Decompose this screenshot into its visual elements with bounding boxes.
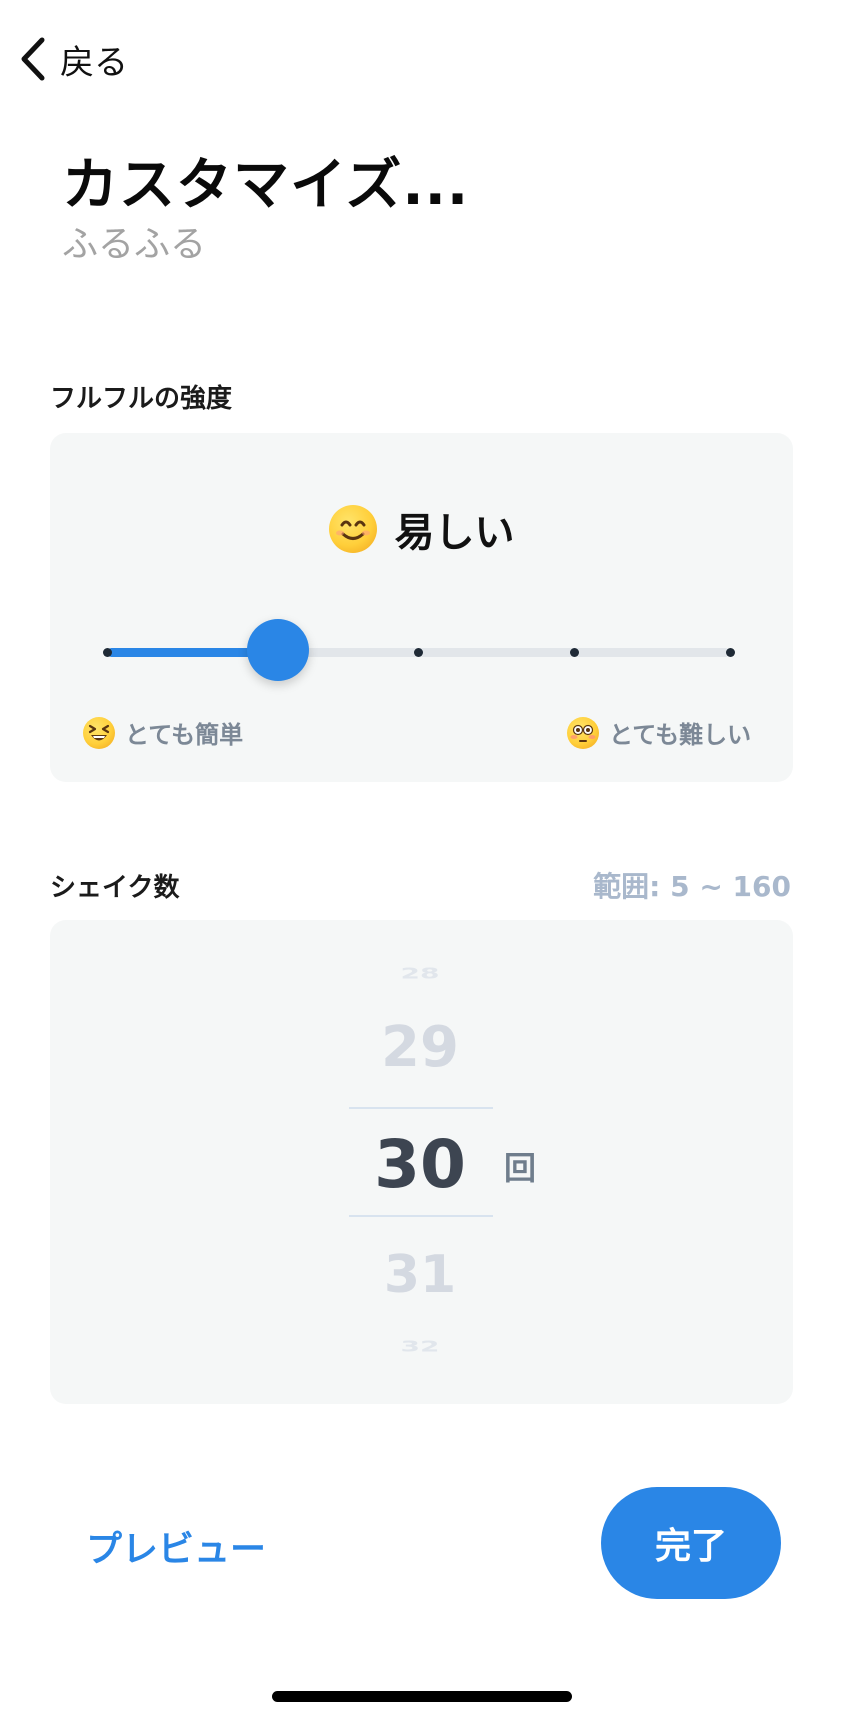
min-label: とても簡単 <box>83 715 243 750</box>
picker-selection-line-top <box>349 1107 493 1109</box>
picker-option[interactable]: 29 <box>320 1015 520 1080</box>
range-note: 範囲: 5 ~ 160 <box>593 870 791 903</box>
slider-tick <box>726 648 735 657</box>
max-label: とても難しい <box>567 715 751 750</box>
home-indicator <box>272 1691 572 1702</box>
back-label: 戻る <box>60 42 128 83</box>
page-title: カスタマイズ... <box>62 153 470 218</box>
current-level-label: 易しい <box>394 510 515 556</box>
shake-count-section-label: シェイク数 <box>50 873 180 903</box>
intensity-section-label: フルフルの強度 <box>50 384 233 414</box>
max-label-text: とても難しい <box>609 721 752 749</box>
shake-count-unit: 回 <box>504 1149 537 1187</box>
preview-button[interactable]: プレビュー <box>86 1520 266 1572</box>
done-button[interactable]: 完了 <box>601 1487 781 1599</box>
chevron-left-icon <box>21 37 45 81</box>
smiling-face-icon <box>328 505 377 553</box>
slider-tick <box>570 648 579 657</box>
intensity-slider-thumb[interactable] <box>247 619 309 681</box>
picker-option[interactable]: 32 <box>320 1337 520 1355</box>
picker-selected-value[interactable]: 30 <box>320 1126 520 1203</box>
grinning-squinting-face-icon <box>83 716 115 749</box>
picker-option[interactable]: 31 <box>320 1245 520 1305</box>
slider-tick <box>103 648 112 657</box>
page-subtitle: ふるふる <box>62 224 207 265</box>
flushed-face-icon <box>567 716 599 749</box>
slider-tick <box>414 648 423 657</box>
min-label-text: とても簡単 <box>125 721 244 749</box>
picker-selection-line-bottom <box>349 1215 493 1217</box>
current-level: 易しい <box>0 500 843 558</box>
back-button[interactable]: 戻る <box>18 34 128 84</box>
picker-option[interactable]: 28 <box>320 964 520 982</box>
